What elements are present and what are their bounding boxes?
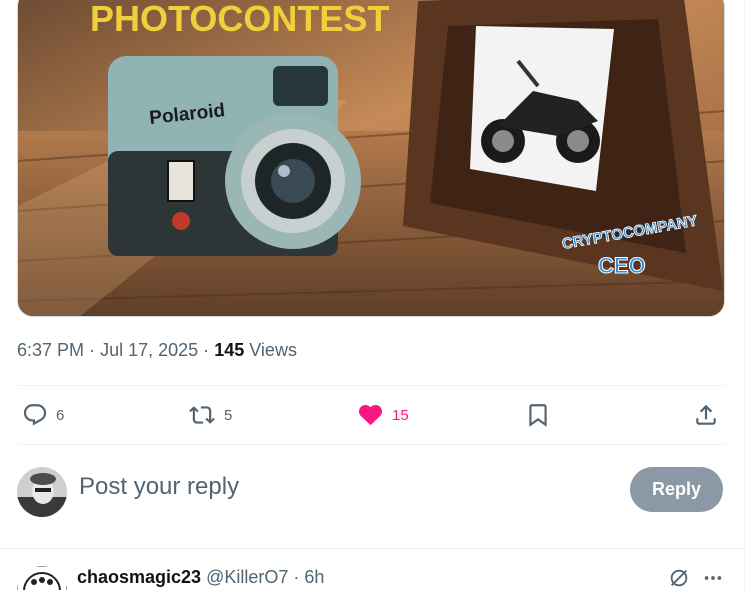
tweet-media-image[interactable]: Polaroid PHOTOCONTEST CRYPTOCOMPANY CEO [17,0,725,317]
comment-age[interactable]: 6h [304,567,324,587]
views-label: Views [249,340,297,360]
grok-icon[interactable] [668,567,690,590]
reply-button[interactable]: Reply [630,467,723,512]
watermark-ceo: CEO [598,253,646,278]
commenter-handle[interactable]: @KillerO7 [206,567,288,587]
divider [0,548,744,549]
photocontest-banner: PHOTOCONTEST [90,0,389,39]
user-avatar[interactable] [17,467,67,517]
meta-separator: · [203,340,210,360]
divider [17,444,725,445]
tweet-time[interactable]: 6:37 PM [17,340,84,360]
bookmark-icon [525,402,551,428]
share-icon [693,402,719,428]
like-action[interactable]: 15 [357,402,409,428]
commenter-avatar[interactable] [17,566,67,590]
tweet-date[interactable]: Jul 17, 2025 [100,340,198,360]
bookmark-action[interactable] [525,402,551,428]
heart-icon [357,402,384,428]
comment-separator: · [293,567,300,587]
column-border [744,0,745,590]
more-icon[interactable] [702,567,724,590]
reply-count: 6 [56,406,65,424]
tweet-meta: 6:37 PM · Jul 17, 2025 · 145 Views [17,340,297,361]
retweet-action[interactable]: 5 [188,402,232,428]
like-count: 15 [392,406,409,424]
retweet-count: 5 [224,406,233,424]
commenter-name[interactable]: chaosmagic23 [77,567,201,587]
retweet-icon [188,402,216,428]
reply-icon [22,402,48,428]
views-count: 145 [214,340,245,360]
meta-separator: · [89,340,96,360]
share-action[interactable] [693,402,719,428]
reply-input[interactable]: Post your reply [79,473,239,501]
reply-action[interactable]: 6 [22,402,64,428]
comment-header: chaosmagic23 @KillerO7 · 6h [77,567,324,588]
divider [17,385,725,386]
